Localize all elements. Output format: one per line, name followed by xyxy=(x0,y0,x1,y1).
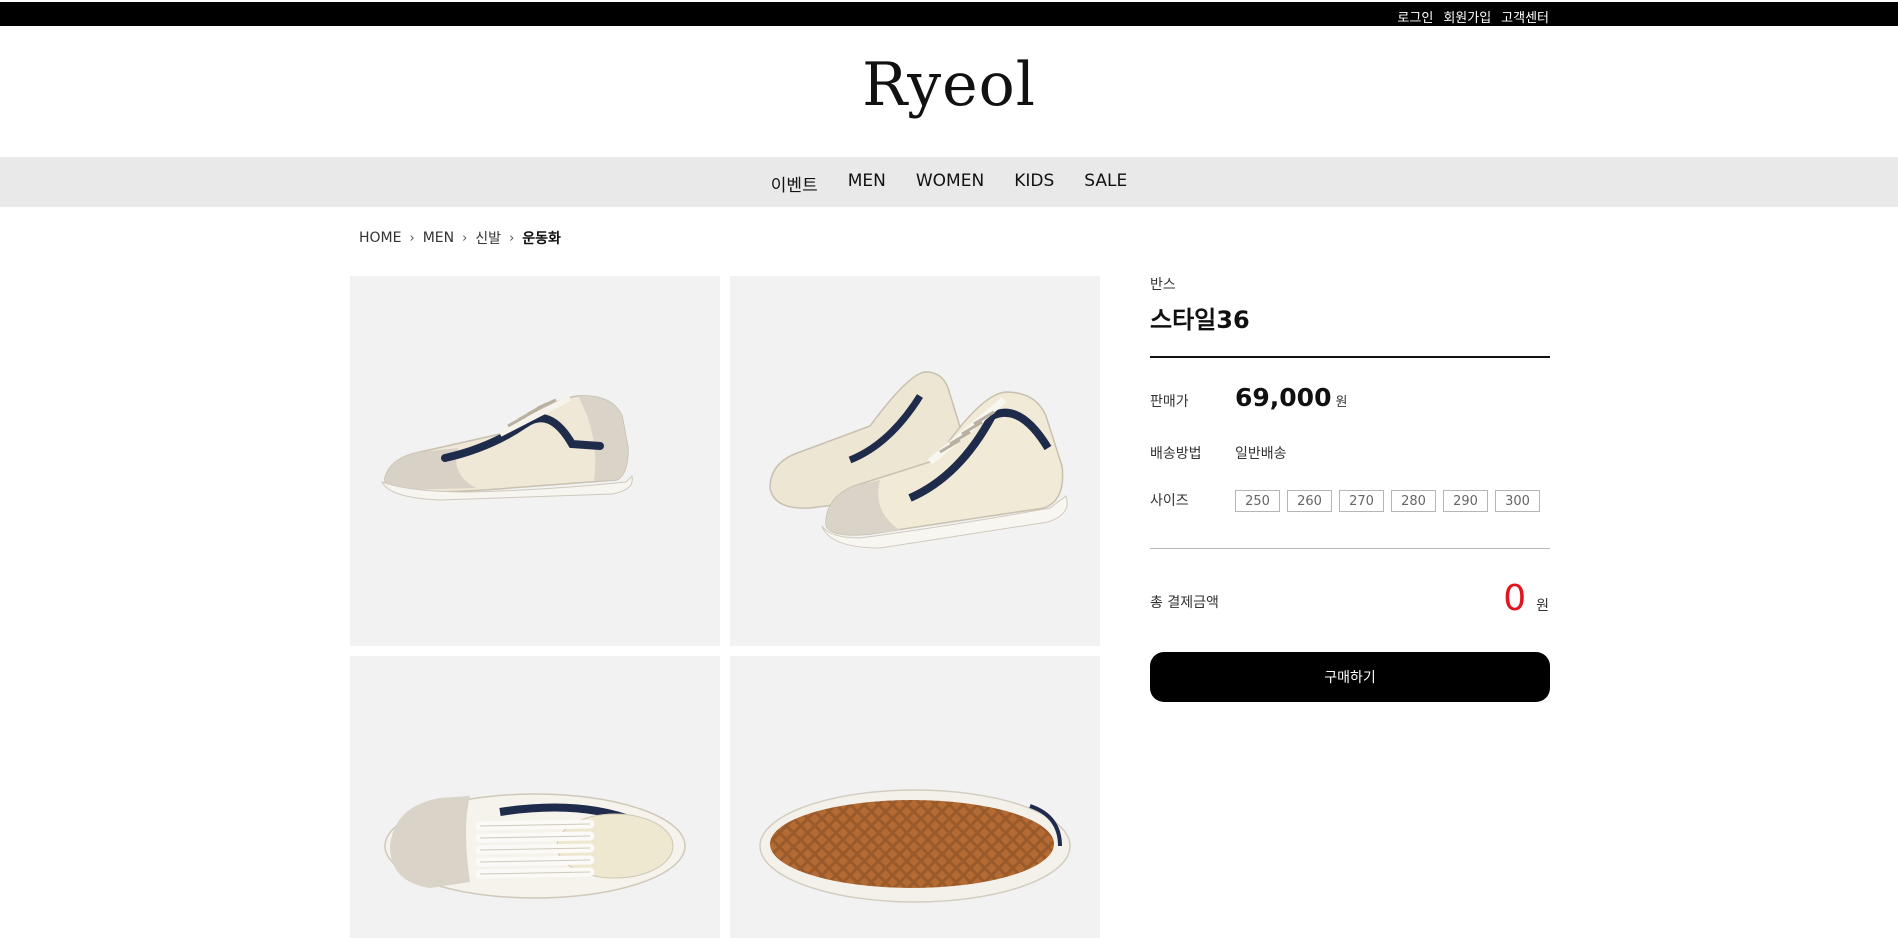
shipping-value: 일반배송 xyxy=(1235,446,1287,462)
price-value: 69,000 xyxy=(1235,383,1332,412)
breadcrumb-shoes[interactable]: 신발 xyxy=(475,228,501,248)
product-image-top[interactable] xyxy=(350,656,720,938)
breadcrumb: HOME › MEN › 신발 › 운동화 xyxy=(359,228,561,248)
top-bar: 로그인 회원가입 고객센터 xyxy=(0,2,1898,26)
customer-center-link[interactable]: 고객센터 xyxy=(1501,7,1549,26)
sneaker-sole-image xyxy=(759,789,1071,903)
total-label: 총 결제금액 xyxy=(1150,595,1219,611)
size-option-260[interactable]: 260 xyxy=(1287,490,1332,512)
nav-item-sale[interactable]: SALE xyxy=(1084,171,1127,196)
sneaker-pair-image xyxy=(769,371,1068,549)
shipping-row: 배송방법 일반배송 xyxy=(1150,443,1287,463)
product-image-pair[interactable] xyxy=(730,276,1100,646)
sneaker-side-image xyxy=(380,395,633,501)
divider xyxy=(1150,548,1550,549)
top-links: 로그인 회원가입 고객센터 xyxy=(1397,7,1549,26)
nav-item-event[interactable]: 이벤트 xyxy=(771,171,818,196)
size-options: 250 260 270 280 290 300 xyxy=(1235,490,1540,512)
nav-item-kids[interactable]: KIDS xyxy=(1014,171,1054,196)
product-name: 스타일36 xyxy=(1150,306,1250,334)
chevron-right-icon: › xyxy=(509,230,515,246)
size-option-290[interactable]: 290 xyxy=(1443,490,1488,512)
sneaker-top-image xyxy=(384,793,686,899)
site-logo[interactable]: Ryeol xyxy=(0,50,1898,120)
main-nav: 이벤트 MEN WOMEN KIDS SALE xyxy=(0,157,1898,207)
login-link[interactable]: 로그인 xyxy=(1397,7,1433,26)
total-value: 0 xyxy=(1503,578,1527,619)
size-row: 사이즈 250 260 270 280 290 300 xyxy=(1150,490,1540,512)
product-image-sole[interactable] xyxy=(730,656,1100,938)
product-image-side[interactable] xyxy=(350,276,720,646)
shipping-label: 배송방법 xyxy=(1150,446,1202,462)
price-unit: 원 xyxy=(1335,395,1348,410)
size-option-300[interactable]: 300 xyxy=(1495,490,1540,512)
total-amount: 0 원 xyxy=(1503,578,1549,619)
product-info: 반스 스타일36 xyxy=(1150,274,1550,335)
size-option-250[interactable]: 250 xyxy=(1235,490,1280,512)
size-label: 사이즈 xyxy=(1150,493,1189,509)
nav-item-men[interactable]: MEN xyxy=(848,171,886,196)
total-unit: 원 xyxy=(1536,598,1549,614)
breadcrumb-home[interactable]: HOME xyxy=(359,230,401,246)
size-option-270[interactable]: 270 xyxy=(1339,490,1384,512)
size-option-280[interactable]: 280 xyxy=(1391,490,1436,512)
breadcrumb-men[interactable]: MEN xyxy=(423,230,454,246)
chevron-right-icon: › xyxy=(409,230,415,246)
breadcrumb-sneakers: 운동화 xyxy=(522,231,561,247)
buy-button[interactable]: 구매하기 xyxy=(1150,652,1550,702)
signup-link[interactable]: 회원가입 xyxy=(1443,7,1491,26)
chevron-right-icon: › xyxy=(462,230,468,246)
divider xyxy=(1150,356,1550,358)
price-row: 판매가 69,000 원 xyxy=(1150,383,1347,412)
nav-item-women[interactable]: WOMEN xyxy=(916,171,984,196)
product-brand[interactable]: 반스 xyxy=(1150,274,1550,294)
price-label: 판매가 xyxy=(1150,394,1189,410)
